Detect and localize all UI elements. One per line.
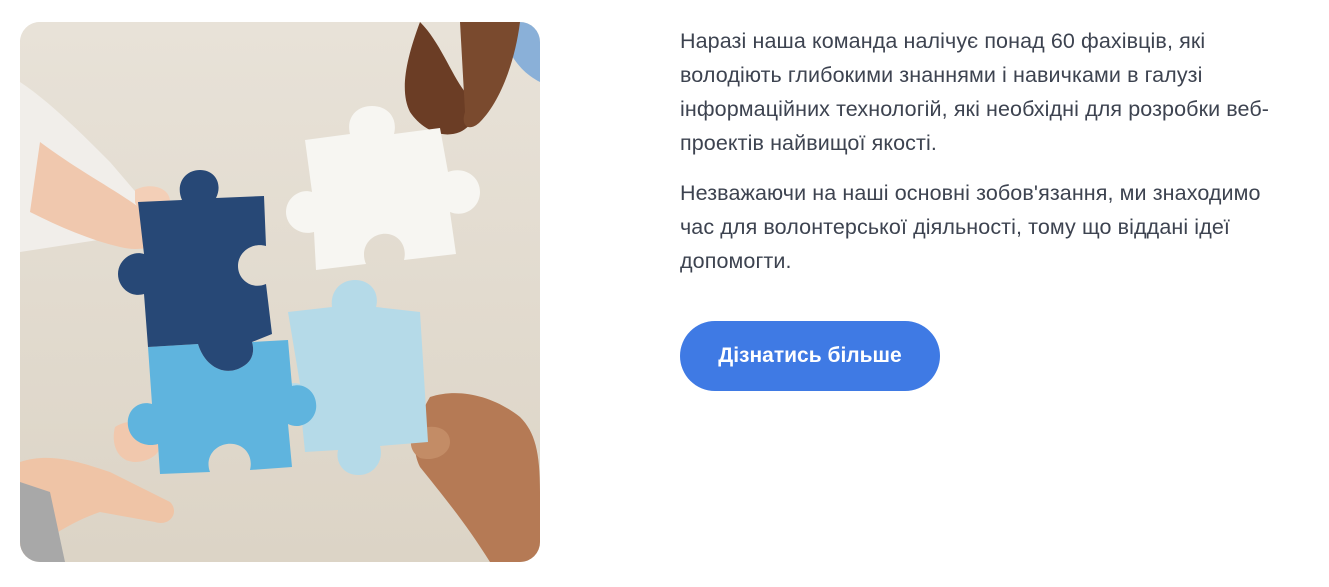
team-description-paragraph: Наразі наша команда налічує понад 60 фах… [680,29,1270,155]
about-text: Наразі наша команда налічує понад 60 фах… [680,24,1300,294]
team-puzzle-image [20,22,540,562]
learn-more-button[interactable]: Дізнатись більше [680,321,940,391]
volunteering-paragraph: Незважаючи на наші основні зобов'язання,… [680,181,1261,273]
about-section: Наразі наша команда налічує понад 60 фах… [0,0,1329,587]
puzzle-illustration [20,22,540,562]
